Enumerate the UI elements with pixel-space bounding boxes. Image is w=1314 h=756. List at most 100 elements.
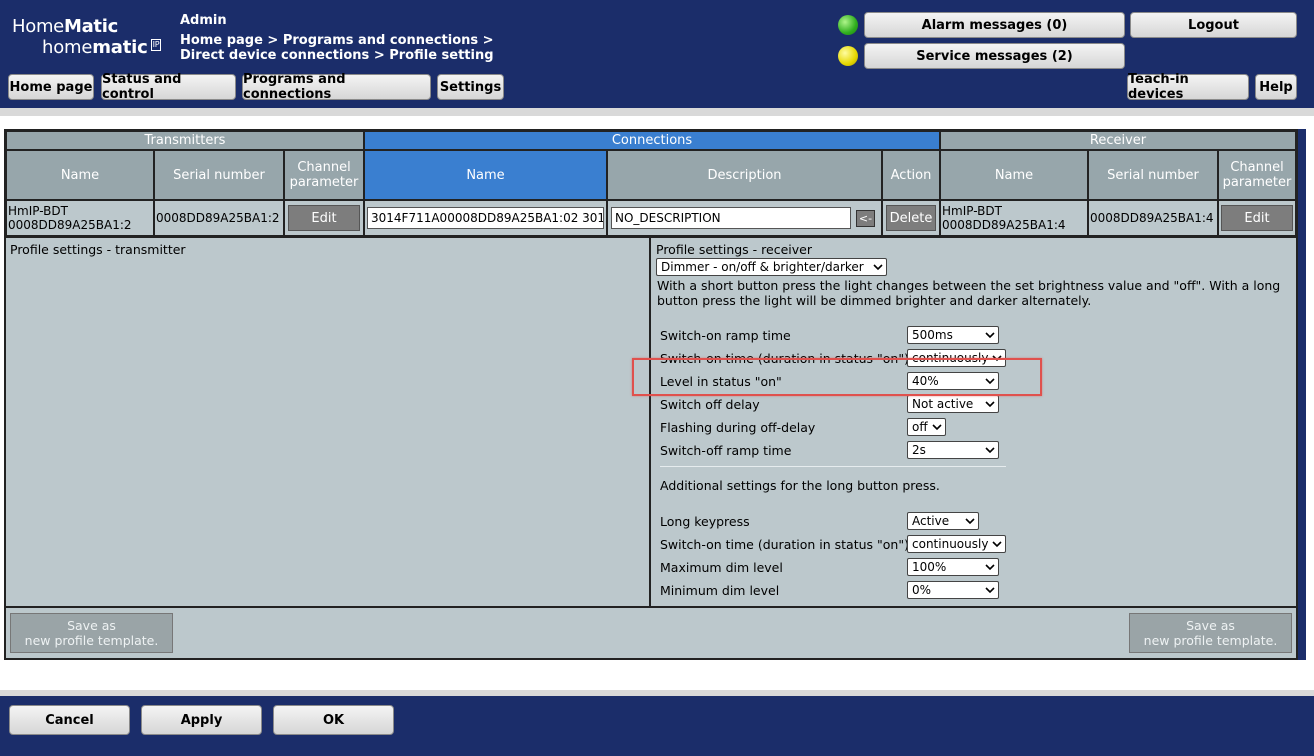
select-value: continuously bbox=[912, 537, 989, 551]
param-label-long-keypress: Long keypress bbox=[660, 514, 750, 529]
switch-off-ramp-select[interactable]: 2s bbox=[907, 441, 999, 459]
chevron-down-icon bbox=[873, 264, 883, 271]
chevron-down-icon bbox=[965, 518, 975, 525]
connection-name-input[interactable]: 3014F711A00008DD89A25BA1:02 3014 bbox=[367, 207, 604, 229]
homematic-logo: HomeMatic homematic IP bbox=[12, 16, 162, 59]
param-label-min-dim-level: Minimum dim level bbox=[660, 583, 780, 598]
logo-text-bold: Matic bbox=[63, 16, 118, 37]
chevron-down-icon bbox=[985, 564, 995, 571]
button-label: new profile template. bbox=[24, 633, 159, 648]
save-profile-template-tx-button[interactable]: Save as new profile template. bbox=[10, 613, 173, 653]
action-cell: Delete bbox=[882, 200, 940, 236]
column-header-conn-name: Name bbox=[364, 150, 607, 200]
tx-device-type: HmIP-BDT bbox=[8, 204, 68, 218]
section-divider bbox=[660, 466, 1006, 467]
column-header-tx-serial: Serial number bbox=[154, 150, 284, 200]
column-header-action: Action bbox=[882, 150, 940, 200]
template-bar: Save as new profile template. Save as ne… bbox=[6, 606, 1296, 658]
max-dim-level-select[interactable]: 100% bbox=[907, 558, 999, 576]
profile-select[interactable]: Dimmer - on/off & brighter/darker bbox=[656, 258, 887, 276]
service-messages-button[interactable]: Service messages (2) bbox=[864, 43, 1125, 69]
connection-description-input[interactable]: NO_DESCRIPTION bbox=[611, 207, 851, 229]
column-header-rx-name: Name bbox=[940, 150, 1088, 200]
switch-off-delay-select[interactable]: Not active bbox=[907, 395, 999, 413]
nav-home-page[interactable]: Home page bbox=[8, 74, 94, 100]
receiver-profile-title: Profile settings - receiver bbox=[656, 242, 812, 257]
flashing-off-delay-select[interactable]: off bbox=[907, 418, 946, 436]
table-row-rx-name: HmIP-BDT 0008DD89A25BA1:4 bbox=[940, 200, 1088, 236]
table-row-tx-name: HmIP-BDT 0008DD89A25BA1:2 bbox=[6, 200, 154, 236]
column-header-rx-serial: Serial number bbox=[1088, 150, 1218, 200]
select-value: 2s bbox=[912, 443, 926, 457]
ok-button[interactable]: OK bbox=[273, 705, 394, 735]
logo-ip-badge: IP bbox=[150, 39, 162, 51]
column-header-conn-description: Description bbox=[607, 150, 882, 200]
breadcrumb: Home page > Programs and connections > D… bbox=[180, 33, 494, 63]
profile-select-value: Dimmer - on/off & brighter/darker bbox=[661, 260, 864, 274]
rx-device-address: 0008DD89A25BA1:4 bbox=[942, 218, 1066, 232]
param-label-switch-off-ramp: Switch-off ramp time bbox=[660, 443, 792, 458]
rx-serial-number: 0008DD89A25BA1:4 bbox=[1088, 200, 1218, 236]
long-keypress-select[interactable]: Active bbox=[907, 512, 979, 530]
tx-serial-number: 0008DD89A25BA1:2 bbox=[154, 200, 284, 236]
param-label-flashing-off-delay: Flashing during off-delay bbox=[660, 420, 816, 435]
param-label-switch-on-ramp: Switch-on ramp time bbox=[660, 328, 791, 343]
select-value: 500ms bbox=[912, 328, 953, 342]
conn-description-cell: NO_DESCRIPTION <- bbox=[607, 200, 882, 236]
copy-name-arrow-button[interactable]: <- bbox=[856, 210, 875, 227]
min-dim-level-select[interactable]: 0% bbox=[907, 581, 999, 599]
user-name: Admin bbox=[180, 13, 227, 28]
logo-text: Home bbox=[12, 16, 64, 37]
chevron-down-icon bbox=[985, 587, 995, 594]
transmitter-profile-panel: Profile settings - transmitter bbox=[6, 236, 651, 608]
tx-device-address: 0008DD89A25BA1:2 bbox=[8, 218, 132, 232]
select-value: Active bbox=[912, 514, 950, 528]
logo-text-bold: matic bbox=[92, 37, 148, 58]
service-status-lamp-icon bbox=[838, 46, 858, 66]
tx-edit-button[interactable]: Edit bbox=[288, 205, 360, 231]
scroll-edge bbox=[1298, 129, 1306, 660]
rx-edit-button[interactable]: Edit bbox=[1221, 205, 1293, 231]
button-label: new profile template. bbox=[1143, 633, 1278, 648]
nav-status-and-control[interactable]: Status and control bbox=[101, 72, 236, 102]
tx-channel-cell: Edit bbox=[284, 200, 364, 236]
alarm-messages-button[interactable]: Alarm messages (0) bbox=[864, 12, 1125, 38]
profile-description: With a short button press the light chan… bbox=[657, 278, 1281, 308]
select-value: Not active bbox=[912, 397, 974, 411]
long-press-section-title: Additional settings for the long button … bbox=[660, 478, 940, 493]
save-profile-template-rx-button[interactable]: Save as new profile template. bbox=[1129, 613, 1292, 653]
alarm-status-lamp-icon bbox=[838, 15, 858, 35]
button-label: Save as bbox=[67, 618, 116, 633]
group-header-receiver: Receiver bbox=[940, 131, 1296, 150]
nav-programs-and-connections[interactable]: Programs and connections bbox=[242, 72, 431, 102]
select-value: 0% bbox=[912, 583, 932, 597]
chevron-down-icon bbox=[932, 424, 942, 431]
select-value: 100% bbox=[912, 560, 947, 574]
logout-button[interactable]: Logout bbox=[1130, 12, 1297, 38]
long-switch-on-time-select[interactable]: continuously bbox=[907, 535, 1006, 553]
chevron-down-icon bbox=[985, 401, 995, 408]
logo-text: home bbox=[42, 37, 93, 58]
column-header-tx-name: Name bbox=[6, 150, 154, 200]
switch-on-ramp-select[interactable]: 500ms bbox=[907, 326, 999, 344]
receiver-profile-panel: Profile settings - receiver Dimmer - on/… bbox=[651, 236, 1296, 608]
nav-settings[interactable]: Settings bbox=[437, 74, 504, 100]
chevron-down-icon bbox=[985, 332, 995, 339]
param-label-switch-off-delay: Switch off delay bbox=[660, 397, 760, 412]
rx-device-type: HmIP-BDT bbox=[942, 204, 1002, 218]
select-value: off bbox=[912, 420, 928, 434]
delete-connection-button[interactable]: Delete bbox=[886, 205, 936, 231]
rx-channel-cell: Edit bbox=[1218, 200, 1296, 236]
chevron-down-icon bbox=[992, 541, 1002, 548]
cancel-button[interactable]: Cancel bbox=[9, 705, 130, 735]
highlight-box bbox=[632, 358, 1042, 396]
chevron-down-icon bbox=[985, 447, 995, 454]
footer-bar: Cancel Apply OK bbox=[0, 696, 1314, 756]
nav-teach-in-devices[interactable]: Teach-in devices bbox=[1127, 72, 1249, 102]
group-header-connections: Connections bbox=[364, 131, 940, 150]
apply-button[interactable]: Apply bbox=[141, 705, 262, 735]
group-header-transmitters: Transmitters bbox=[6, 131, 364, 150]
header-divider bbox=[0, 108, 1314, 116]
nav-help[interactable]: Help bbox=[1255, 74, 1297, 100]
param-label-max-dim-level: Maximum dim level bbox=[660, 560, 783, 575]
